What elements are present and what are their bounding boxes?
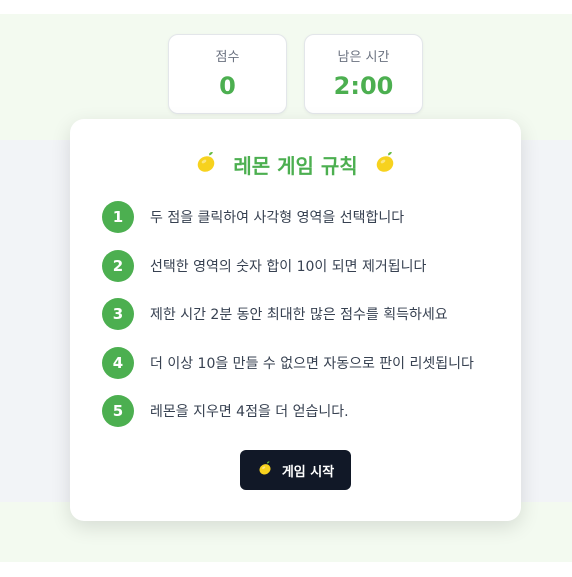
rule-number-badge: 5: [102, 395, 134, 427]
timer-value: 2:00: [333, 72, 394, 100]
score-label: 점수: [215, 50, 240, 65]
rule-text: 더 이상 10을 만들 수 없으면 자동으로 판이 리셋됩니다: [150, 355, 474, 372]
rule-number-badge: 4: [102, 346, 134, 379]
list-item: 3 제한 시간 2분 동안 최대한 많은 점수를 획득하세요: [102, 298, 474, 330]
rule-text: 선택한 영역의 숫자 합이 10이 되면 제거됩니다: [150, 258, 427, 275]
modal-title: 레몬 게임 규칙: [70, 149, 521, 182]
score-card: 점수 0: [168, 34, 287, 114]
rule-text: 제한 시간 2분 동안 최대한 많은 점수를 획득하세요: [150, 307, 448, 323]
lemon-icon: [194, 150, 218, 182]
list-item: 5 레몬을 지우면 4점을 더 얻습니다.: [102, 395, 474, 427]
rule-text: 두 점을 클릭하여 사각형 영역을 선택합니다: [150, 210, 405, 226]
rule-number-badge: 2: [102, 249, 134, 282]
rules-list: 1 두 점을 클릭하여 사각형 영역을 선택합니다 2 선택한 영역의 숫자 합…: [102, 201, 474, 444]
rules-modal: 레몬 게임 규칙 1 두 점을 클릭하여 사각형 영역을 선택합니다 2 선택한…: [70, 119, 521, 521]
timer-card: 남은 시간 2:00: [304, 34, 423, 114]
lemon-icon: [373, 150, 397, 182]
timer-label: 남은 시간: [337, 50, 390, 65]
score-value: 0: [219, 72, 236, 100]
modal-title-text: 레몬 게임 규칙: [233, 153, 358, 178]
list-item: 2 선택한 영역의 숫자 합이 10이 되면 제거됩니다: [102, 249, 474, 282]
lemon-icon: [257, 460, 273, 480]
rule-number-badge: 1: [102, 201, 134, 233]
rule-text: 레몬을 지우면 4점을 더 얻습니다.: [150, 404, 349, 420]
start-game-label: 게임 시작: [281, 464, 335, 480]
rule-number-badge: 3: [102, 298, 134, 330]
list-item: 4 더 이상 10을 만들 수 없으면 자동으로 판이 리셋됩니다: [102, 346, 474, 379]
list-item: 1 두 점을 클릭하여 사각형 영역을 선택합니다: [102, 201, 474, 233]
start-game-button[interactable]: 게임 시작: [240, 450, 351, 490]
